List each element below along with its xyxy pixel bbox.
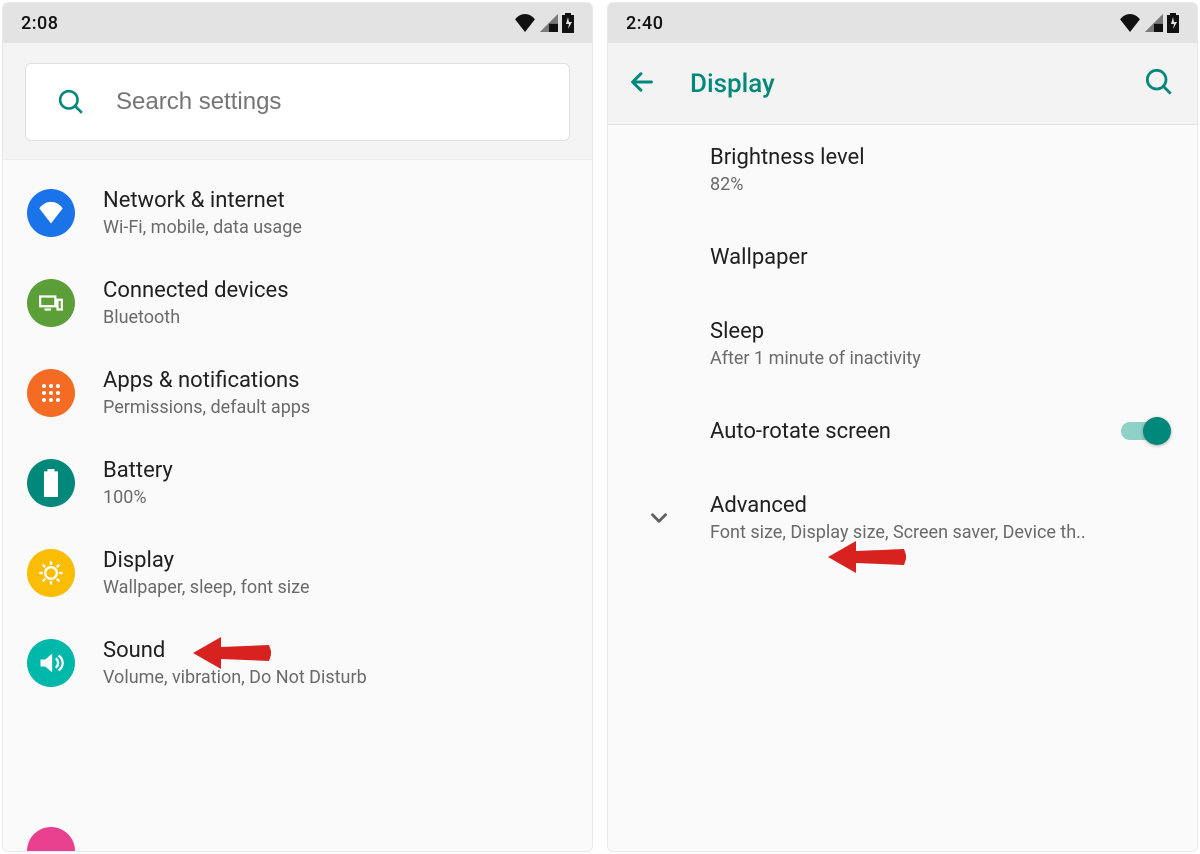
settings-item-connected[interactable]: Connected devices Bluetooth xyxy=(3,258,592,348)
wifi-icon xyxy=(1119,14,1141,32)
app-bar: Display xyxy=(608,43,1197,125)
settings-item-subtitle: Wallpaper, sleep, font size xyxy=(103,577,310,598)
status-time: 2:08 xyxy=(21,13,58,34)
display-options: Brightness level 82% Wallpaper Sleep Aft… xyxy=(608,125,1197,563)
search-icon xyxy=(58,89,84,115)
option-subtitle: Font size, Display size, Screen saver, D… xyxy=(710,522,1171,543)
option-title: Advanced xyxy=(710,493,1171,518)
settings-item-network[interactable]: Network & internet Wi-Fi, mobile, data u… xyxy=(3,168,592,258)
settings-item-title: Display xyxy=(103,548,310,573)
settings-item-subtitle: Volume, vibration, Do Not Disturb xyxy=(103,667,367,688)
settings-item-display[interactable]: Display Wallpaper, sleep, font size xyxy=(3,528,592,618)
screen-settings: 2:08 Network & internet Wi-Fi, mobile, xyxy=(2,2,593,852)
sound-icon xyxy=(27,639,75,687)
settings-item-title: Battery xyxy=(103,458,173,483)
option-subtitle: After 1 minute of inactivity xyxy=(710,348,1171,369)
brightness-icon xyxy=(27,549,75,597)
wifi-icon xyxy=(27,189,75,237)
settings-item-title: Sound xyxy=(103,638,367,663)
option-subtitle: 82% xyxy=(710,174,1171,195)
back-button[interactable] xyxy=(628,68,656,100)
toggle-thumb xyxy=(1143,417,1171,445)
search-button[interactable] xyxy=(1145,68,1173,100)
search-icon xyxy=(1145,68,1173,96)
option-title: Auto-rotate screen xyxy=(710,419,1121,444)
status-bar: 2:08 xyxy=(3,3,592,43)
settings-item-subtitle: Permissions, default apps xyxy=(103,397,310,418)
devices-icon xyxy=(27,279,75,327)
page-title: Display xyxy=(690,69,775,99)
option-title: Wallpaper xyxy=(710,245,1171,270)
status-time: 2:40 xyxy=(626,13,663,34)
search-container xyxy=(3,43,592,160)
screen-display: 2:40 Display Brightness level 82% xyxy=(607,2,1198,852)
wifi-icon xyxy=(514,14,536,32)
status-bar: 2:40 xyxy=(608,3,1197,43)
apps-icon xyxy=(27,369,75,417)
settings-item-subtitle: Wi-Fi, mobile, data usage xyxy=(103,217,302,238)
option-title: Brightness level xyxy=(710,145,1171,170)
arrow-back-icon xyxy=(628,68,656,96)
chevron-down-icon xyxy=(646,505,672,531)
settings-item-sound[interactable]: Sound Volume, vibration, Do Not Disturb xyxy=(3,618,592,708)
settings-item-subtitle: Bluetooth xyxy=(103,307,289,328)
battery-icon xyxy=(1167,13,1179,33)
settings-item-battery[interactable]: Battery 100% xyxy=(3,438,592,528)
status-icons xyxy=(1119,13,1179,33)
settings-item-title: Network & internet xyxy=(103,188,302,213)
cell-signal-icon xyxy=(540,14,558,32)
settings-item-peek xyxy=(27,827,75,852)
option-title: Sleep xyxy=(710,319,1171,344)
settings-item-title: Apps & notifications xyxy=(103,368,310,393)
settings-list: Network & internet Wi-Fi, mobile, data u… xyxy=(3,160,592,716)
settings-item-apps[interactable]: Apps & notifications Permissions, defaul… xyxy=(3,348,592,438)
battery-icon xyxy=(27,459,75,507)
option-auto-rotate[interactable]: Auto-rotate screen xyxy=(608,389,1197,473)
option-wallpaper[interactable]: Wallpaper xyxy=(608,215,1197,299)
battery-icon xyxy=(562,13,574,33)
auto-rotate-toggle[interactable] xyxy=(1121,416,1171,446)
settings-item-subtitle: 100% xyxy=(103,487,173,508)
option-sleep[interactable]: Sleep After 1 minute of inactivity xyxy=(608,299,1197,389)
option-advanced[interactable]: Advanced Font size, Display size, Screen… xyxy=(608,473,1197,563)
settings-item-title: Connected devices xyxy=(103,278,289,303)
search-settings[interactable] xyxy=(25,63,570,141)
cell-signal-icon xyxy=(1145,14,1163,32)
option-brightness[interactable]: Brightness level 82% xyxy=(608,125,1197,215)
search-input[interactable] xyxy=(116,88,537,116)
status-icons xyxy=(514,13,574,33)
